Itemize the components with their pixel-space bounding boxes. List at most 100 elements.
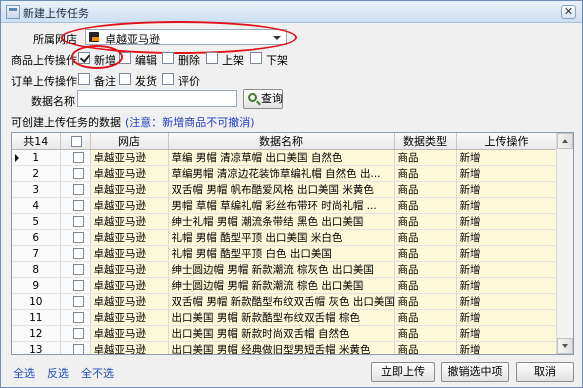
- order-note-label: 备注: [94, 75, 116, 88]
- row-checkbox[interactable]: [72, 280, 84, 291]
- cell-upload-op: 新增: [456, 261, 558, 278]
- cell-shop: 卓越亚马逊: [90, 325, 169, 342]
- row-select-cell[interactable]: [60, 181, 91, 198]
- upload-now-button[interactable]: 立即上传: [371, 362, 435, 382]
- cell-data-type: 商品: [394, 325, 457, 342]
- table-row[interactable]: 8 卓越亚马逊 绅士圆边帽 男帽 新款潮流 棕灰色 出口美国 商品 新增: [12, 261, 558, 278]
- column-header-data-name[interactable]: 数据名称: [168, 133, 395, 150]
- order-review-checkbox[interactable]: [162, 73, 174, 85]
- cell-upload-op: 新增: [456, 325, 558, 342]
- select-none-link[interactable]: 全不选: [81, 365, 114, 381]
- cell-data-type: 商品: [394, 261, 457, 278]
- row-number-text: 8: [32, 263, 40, 276]
- cell-data-type: 商品: [394, 277, 457, 294]
- row-select-cell[interactable]: [60, 149, 91, 166]
- search-button[interactable]: 查询: [243, 89, 283, 109]
- table-row[interactable]: 5 卓越亚马逊 绅士礼帽 男帽 潮流条带结 黑色 出口美国 商品 新增: [12, 213, 558, 230]
- table-row[interactable]: 2 卓越亚马逊 草编男帽 清凉边花装饰草编礼帽 自然色 出... 商品 新增: [12, 165, 558, 182]
- cancel-button[interactable]: 取消: [516, 362, 574, 382]
- row-checkbox[interactable]: [72, 312, 84, 323]
- row-checkbox[interactable]: [72, 232, 84, 243]
- close-button[interactable]: ✕: [561, 5, 576, 19]
- row-select-cell[interactable]: [60, 165, 91, 182]
- new-upload-task-dialog: 新建上传任务 ✕ 所属网店 卓越亚马逊 商品上传操作 新增 编辑 删除 上架 下…: [0, 0, 583, 388]
- row-checkbox[interactable]: [72, 328, 84, 339]
- cell-data-name: 出口美国 男帽 经典做旧型男短舌帽 米黄色: [168, 341, 395, 354]
- red-highlight-ellipse-add: [71, 45, 123, 69]
- table-row[interactable]: 7 卓越亚马逊 礼帽 男帽 酷型平顶 白色 出口美国 商品 新增: [12, 245, 558, 262]
- operation-unshelve-label: 下架: [266, 54, 288, 67]
- row-checkbox[interactable]: [72, 200, 84, 211]
- column-header-data-type[interactable]: 数据类型: [394, 133, 457, 150]
- cell-shop: 卓越亚马逊: [90, 181, 169, 198]
- table-row[interactable]: 13 卓越亚马逊 出口美国 男帽 经典做旧型男短舌帽 米黄色 商品 新增: [12, 341, 558, 355]
- scroll-down-icon[interactable]: [557, 338, 573, 354]
- row-number-text: 12: [29, 327, 43, 340]
- row-number-text: 13: [29, 343, 43, 355]
- row-select-cell[interactable]: [60, 261, 91, 278]
- row-select-cell[interactable]: [60, 293, 91, 310]
- undo-selected-button[interactable]: 撤销选中项: [441, 362, 509, 382]
- cell-shop: 卓越亚马逊: [90, 165, 169, 182]
- data-table: 共14 网店 数据名称 数据类型 上传操作 1 卓越亚马逊 草编 男帽 清凉草帽 出…: [12, 133, 558, 355]
- row-checkbox[interactable]: [72, 344, 84, 354]
- cell-data-type: 商品: [394, 309, 457, 326]
- table-row[interactable]: 10 卓越亚马逊 双舌帽 男帽 新款酷型布纹双舌帽 灰色 出口美国 商品 新增: [12, 293, 558, 310]
- cell-data-name: 双舌帽 男帽 帆布酷爱风格 出口美国 米黄色: [168, 181, 395, 198]
- cell-shop: 卓越亚马逊: [90, 229, 169, 246]
- row-select-cell[interactable]: [60, 245, 91, 262]
- cell-data-name: 草编 男帽 清凉草帽 出口美国 自然色: [168, 149, 395, 166]
- row-select-cell[interactable]: [60, 213, 91, 230]
- order-note-checkbox[interactable]: [78, 73, 90, 85]
- data-name-input[interactable]: [77, 90, 237, 107]
- cell-data-type: 商品: [394, 213, 457, 230]
- table-row[interactable]: 3 卓越亚马逊 双舌帽 男帽 帆布酷爱风格 出口美国 米黄色 商品 新增: [12, 181, 558, 198]
- scroll-up-icon[interactable]: [557, 133, 573, 149]
- order-ship-checkbox[interactable]: [119, 73, 131, 85]
- row-checkbox[interactable]: [72, 184, 84, 195]
- cell-data-type: 商品: [394, 341, 457, 354]
- column-header-upload-op[interactable]: 上传操作: [456, 133, 558, 150]
- row-checkbox[interactable]: [72, 264, 84, 275]
- row-select-cell[interactable]: [60, 229, 91, 246]
- cell-data-name: 双舌帽 男帽 新款酷型布纹双舌帽 灰色 出口美国: [168, 293, 395, 310]
- row-select-cell[interactable]: [60, 197, 91, 214]
- cell-shop: 卓越亚马逊: [90, 277, 169, 294]
- title-bar: 新建上传任务 ✕: [1, 1, 582, 23]
- row-checkbox[interactable]: [72, 168, 84, 179]
- cell-data-type: 商品: [394, 181, 457, 198]
- row-checkbox[interactable]: [72, 296, 84, 307]
- cell-upload-op: 新增: [456, 149, 558, 166]
- row-number: 12: [12, 325, 61, 342]
- select-all-link[interactable]: 全选: [13, 365, 35, 381]
- row-number: 1: [12, 149, 61, 166]
- row-number: 4: [12, 197, 61, 214]
- row-select-cell[interactable]: [60, 341, 91, 354]
- column-header-shop[interactable]: 网店: [90, 133, 169, 150]
- row-select-cell[interactable]: [60, 309, 91, 326]
- row-select-cell[interactable]: [60, 325, 91, 342]
- cell-upload-op: 新增: [456, 229, 558, 246]
- operation-delete-checkbox[interactable]: [162, 52, 174, 64]
- row-checkbox[interactable]: [72, 216, 84, 227]
- cell-shop: 卓越亚马逊: [90, 309, 169, 326]
- data-name-label: 数据名称: [31, 95, 75, 108]
- row-checkbox[interactable]: [72, 152, 84, 163]
- table-row[interactable]: 11 卓越亚马逊 出口美国 男帽 新款酷型布纹双舌帽 棕色 商品 新增: [12, 309, 558, 326]
- table-row[interactable]: 9 卓越亚马逊 绅士圆边帽 男帽 新款潮流 棕色 出口美国 商品 新增: [12, 277, 558, 294]
- select-all-header-cell[interactable]: [60, 133, 91, 150]
- table-row[interactable]: 1 卓越亚马逊 草编 男帽 清凉草帽 出口美国 自然色 商品 新增: [12, 149, 558, 166]
- row-select-cell[interactable]: [60, 277, 91, 294]
- table-row[interactable]: 12 卓越亚马逊 出口美国 男帽 新款时尚双舌帽 自然色 商品 新增: [12, 325, 558, 342]
- invert-selection-link[interactable]: 反选: [47, 365, 69, 381]
- header-checkbox[interactable]: [70, 136, 82, 147]
- operation-shelve-checkbox[interactable]: [206, 52, 218, 64]
- table-row[interactable]: 6 卓越亚马逊 礼帽 男帽 酷型平顶 出口美国 米白色 商品 新增: [12, 229, 558, 246]
- row-checkbox[interactable]: [72, 248, 84, 259]
- product-operation-label: 商品上传操作: [11, 54, 77, 67]
- row-number-text: 11: [29, 311, 43, 324]
- operation-unshelve-checkbox[interactable]: [250, 52, 262, 64]
- vertical-scrollbar[interactable]: [556, 133, 573, 354]
- row-number-text: 10: [29, 295, 43, 308]
- table-row[interactable]: 4 卓越亚马逊 男帽 草帽 草编礼帽 彩丝布带环 时尚礼帽 ... 商品 新增: [12, 197, 558, 214]
